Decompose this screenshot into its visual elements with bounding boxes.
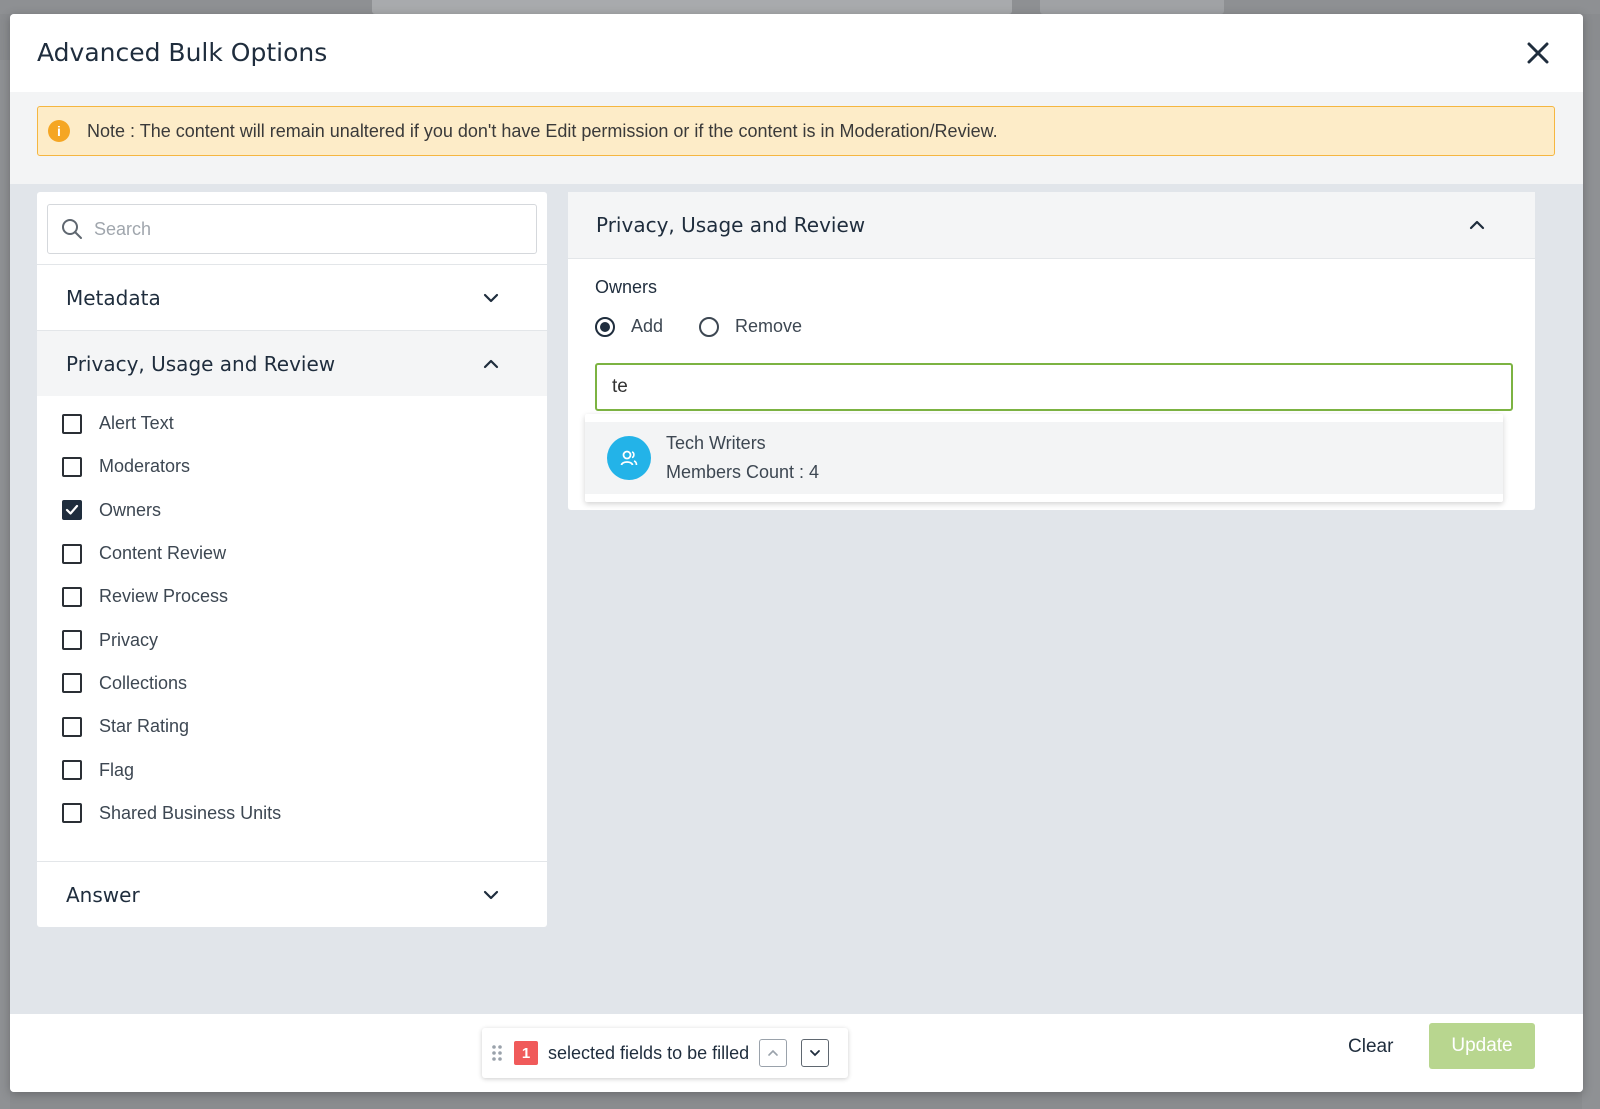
chevron-up-icon: [768, 1049, 778, 1056]
chevron-up-icon[interactable]: [1467, 215, 1487, 235]
field-label: Alert Text: [99, 413, 174, 434]
field-star-rating[interactable]: Star Rating: [62, 705, 281, 748]
owners-suggestion-dropdown: Tech Writers Members Count : 4: [585, 414, 1503, 502]
update-button[interactable]: Update: [1429, 1023, 1535, 1069]
field-label: Flag: [99, 759, 135, 780]
field-shared-business-units[interactable]: Shared Business Units: [62, 792, 281, 835]
editor-section-title: Privacy, Usage and Review: [596, 213, 866, 237]
section-metadata[interactable]: Metadata: [37, 264, 547, 330]
checkbox[interactable]: [62, 673, 82, 694]
checkbox[interactable]: [62, 630, 82, 651]
field-collections[interactable]: Collections: [62, 662, 281, 705]
field-owners[interactable]: Owners: [62, 489, 281, 532]
checkbox[interactable]: [62, 543, 82, 564]
field-label: Shared Business Units: [99, 802, 282, 823]
info-icon: i: [48, 120, 70, 142]
note-text: Note : The content will remain unaltered…: [87, 120, 998, 141]
permission-note: i Note : The content will remain unalter…: [37, 106, 1555, 156]
checkmark-icon: [65, 505, 79, 515]
suggestion-text: Tech Writers Members Count : 4: [666, 433, 819, 483]
field-alert-text[interactable]: Alert Text: [62, 402, 281, 445]
field-selection-panel: Metadata Privacy, Usage and Review Alert…: [37, 192, 547, 927]
close-icon: [1527, 42, 1549, 64]
background-search: [372, 0, 1012, 14]
radio-add[interactable]: [595, 316, 615, 337]
editor-section-header[interactable]: Privacy, Usage and Review: [568, 192, 1535, 259]
field-flag[interactable]: Flag: [62, 748, 281, 791]
field-label: Privacy: [99, 629, 159, 650]
chevron-down-icon: [483, 293, 499, 302]
advanced-bulk-options-modal: Advanced Bulk Options i Note : The conte…: [10, 14, 1583, 1092]
suggestion-name: Tech Writers: [666, 433, 766, 453]
modal-title: Advanced Bulk Options: [37, 38, 328, 67]
field-label: Moderators: [99, 456, 191, 477]
field-review-process[interactable]: Review Process: [62, 575, 281, 618]
radio-remove-label: Remove: [735, 316, 803, 336]
field-search-box: [47, 204, 537, 254]
chevron-down-icon: [810, 1050, 821, 1057]
modal-footer: 1 selected fields to be filled Clear Upd…: [10, 1014, 1583, 1092]
owners-label: Owners: [595, 277, 658, 297]
chevron-down-icon: [483, 890, 499, 899]
owners-search-input[interactable]: [595, 363, 1513, 411]
field-label: Owners: [99, 499, 162, 520]
radio-remove[interactable]: [699, 316, 720, 337]
checkbox[interactable]: [62, 413, 82, 434]
background-right-strip: [1582, 60, 1600, 1109]
background-saved-searches: [1040, 0, 1224, 14]
field-checkbox-list: Alert Text Moderators Owners Content Rev…: [62, 402, 281, 835]
checkbox[interactable]: [62, 803, 82, 824]
suggestion-members-count: Members Count : 4: [666, 462, 820, 482]
field-label: Review Process: [99, 586, 229, 607]
owners-mode-radio-group: Add Remove: [595, 316, 802, 337]
clear-button[interactable]: Clear: [1348, 1036, 1393, 1058]
selected-fields-text: selected fields to be filled: [548, 1042, 750, 1063]
previous-field-button[interactable]: [759, 1039, 788, 1067]
radio-add-label: Add: [631, 316, 664, 336]
modal-header: Advanced Bulk Options: [10, 14, 1583, 92]
close-button[interactable]: [1523, 38, 1553, 68]
field-label: Star Rating: [99, 716, 190, 737]
drag-handle-icon[interactable]: [490, 1043, 504, 1063]
checkbox[interactable]: [62, 456, 82, 477]
group-avatar-icon: [607, 436, 651, 480]
selected-fields-navigator: 1 selected fields to be filled: [482, 1028, 848, 1078]
note-area: i Note : The content will remain unalter…: [10, 92, 1583, 184]
background-left-strip: [0, 60, 10, 1109]
checkbox-checked[interactable]: [62, 500, 82, 521]
section-label: Privacy, Usage and Review: [66, 351, 336, 376]
section-label: Answer: [66, 882, 140, 907]
field-privacy[interactable]: Privacy: [62, 618, 281, 661]
chevron-up-icon: [483, 359, 499, 368]
selected-count-badge: 1: [514, 1041, 538, 1065]
search-icon: [62, 219, 82, 239]
field-moderators[interactable]: Moderators: [62, 445, 281, 488]
next-field-button[interactable]: [801, 1039, 830, 1067]
section-privacy-usage-review[interactable]: Privacy, Usage and Review: [37, 330, 547, 396]
field-label: Collections: [99, 672, 188, 693]
users-icon: [620, 450, 638, 466]
checkbox[interactable]: [62, 760, 82, 781]
suggestion-item[interactable]: Tech Writers Members Count : 4: [585, 422, 1503, 494]
field-label: Content Review: [99, 543, 227, 564]
field-content-review[interactable]: Content Review: [62, 532, 281, 575]
field-search-input[interactable]: [94, 218, 514, 240]
checkbox[interactable]: [62, 586, 82, 607]
section-answer[interactable]: Answer: [37, 861, 547, 927]
section-label: Metadata: [66, 285, 161, 310]
checkbox[interactable]: [62, 716, 82, 737]
